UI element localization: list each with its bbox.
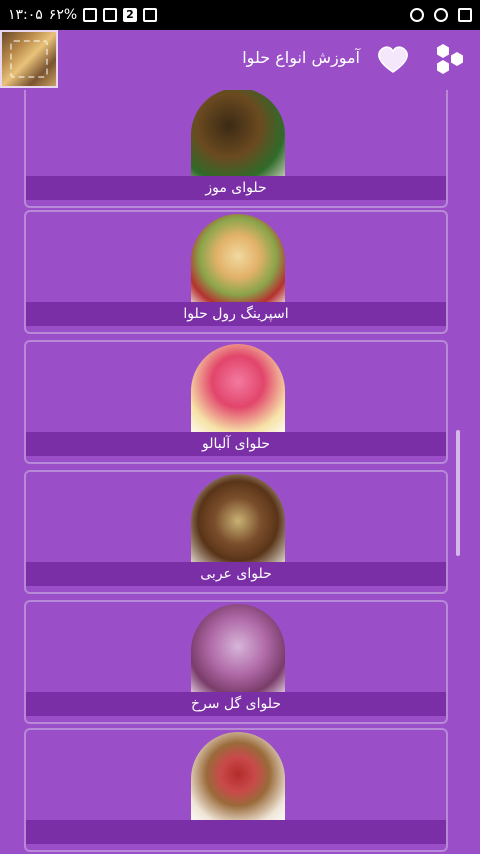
app-bar: آموزش انواع حلوا	[0, 30, 480, 90]
item-image	[191, 344, 285, 438]
item-label: حلوای گل سرخ	[26, 692, 446, 716]
list-item[interactable]: حلوای آلبالو	[24, 340, 448, 464]
signal-icon	[103, 8, 118, 22]
heart-icon[interactable]	[376, 44, 410, 74]
hexagon-menu-icon[interactable]	[430, 40, 470, 80]
item-image	[191, 474, 285, 568]
notification-badge: 2	[123, 8, 137, 22]
list-item[interactable]: حلوای گل سرخ	[24, 600, 448, 724]
status-right	[410, 8, 472, 22]
app-thumbnail[interactable]	[0, 30, 58, 88]
scrollbar[interactable]	[456, 430, 460, 556]
dnd-icon	[410, 8, 424, 22]
item-label: حلوای آلبالو	[26, 432, 446, 456]
item-image	[191, 604, 285, 698]
dessert-list[interactable]: حلوای موز اسپرینگ رول حلوا حلوای آلبالو …	[0, 90, 480, 854]
photo-icon	[458, 8, 472, 22]
battery-icon	[83, 8, 98, 22]
status-bar: ۱۳:۰۵ ۶۲% 2	[0, 0, 480, 30]
time-text: ۱۳:۰۵	[8, 7, 43, 23]
list-item[interactable]: حلوای موز	[24, 90, 448, 208]
status-left: ۱۳:۰۵ ۶۲% 2	[8, 7, 157, 23]
list-item[interactable]	[24, 728, 448, 852]
item-label: حلوای موز	[26, 176, 446, 200]
item-label: اسپرینگ رول حلوا	[26, 302, 446, 326]
item-image	[191, 732, 285, 826]
wifi-icon	[142, 8, 157, 22]
alarm-icon	[434, 8, 448, 22]
app-title: آموزش انواع حلوا	[242, 48, 360, 67]
list-item[interactable]: اسپرینگ رول حلوا	[24, 210, 448, 334]
battery-percent-text: ۶۲%	[48, 7, 78, 23]
item-label: حلوای عربی	[26, 562, 446, 586]
item-label	[26, 820, 446, 844]
item-image	[191, 90, 285, 182]
list-item[interactable]: حلوای عربی	[24, 470, 448, 594]
item-image	[191, 214, 285, 308]
